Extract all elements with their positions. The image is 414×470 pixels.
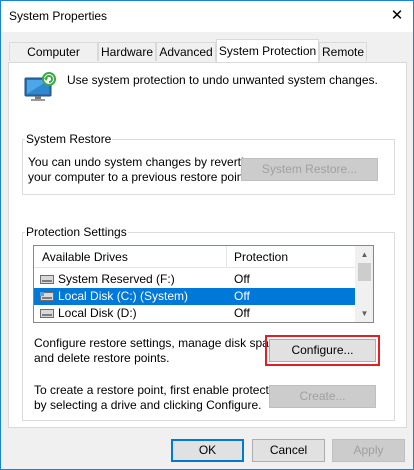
close-button[interactable]: ✕ [381,1,413,32]
drive-protection: Off [234,272,250,286]
create-description-2: by selecting a drive and clicking Config… [34,398,262,412]
scroll-thumb[interactable] [358,263,371,281]
close-icon: ✕ [390,7,404,24]
system-restore-description-2: your computer to a previous restore poin… [28,170,251,184]
tab-computer-name[interactable]: Computer Name [9,42,98,77]
column-separator[interactable] [226,246,227,267]
system-restore-label: System Restore [25,132,113,146]
intro-text: Use system protection to undo unwanted s… [67,73,378,87]
drives-scrollbar[interactable]: ▲ ▼ [355,246,373,322]
system-protection-icon [24,72,56,101]
drive-name: Local Disk (C:) (System) [58,289,189,303]
apply-button[interactable]: Apply [332,439,405,462]
drive-name: System Reserved (F:) [58,272,175,286]
system-properties-window: System Properties ✕ Computer Name Hardwa… [0,0,414,470]
system-restore-button[interactable]: System Restore... [241,158,378,181]
drive-row-selected[interactable]: Local Disk (C:) (System) Off [34,288,356,305]
column-available-drives[interactable]: Available Drives [42,250,128,264]
title-bar[interactable]: System Properties ✕ [1,1,413,32]
ok-button[interactable]: OK [171,439,244,462]
system-restore-description-1: You can undo system changes by reverting [28,155,258,169]
column-protection[interactable]: Protection [234,250,288,264]
drive-icon [40,309,54,318]
cancel-button[interactable]: Cancel [252,439,325,462]
configure-description-2: and delete restore points. [34,351,170,365]
tab-strip: Computer Name Hardware Advanced System P… [9,39,407,77]
drive-icon [40,275,54,284]
tab-advanced[interactable]: Advanced [156,42,216,61]
system-drive-icon [40,292,54,301]
drive-name: Local Disk (D:) [58,306,137,320]
protection-settings-label: Protection Settings [25,225,128,239]
scroll-up-icon[interactable]: ▲ [356,246,373,263]
scroll-down-icon[interactable]: ▼ [356,305,373,322]
create-button[interactable]: Create... [269,385,376,408]
drive-protection: Off [234,289,250,303]
window-title: System Properties [9,9,108,23]
drive-row[interactable]: Local Disk (D:) Off [34,305,356,322]
drive-row[interactable]: System Reserved (F:) Off [34,271,356,288]
tab-remote[interactable]: Remote [319,42,367,61]
tab-system-protection[interactable]: System Protection [216,39,319,62]
drive-protection: Off [234,306,250,320]
tab-hardware[interactable]: Hardware [98,42,156,61]
configure-button[interactable]: Configure... [269,339,376,362]
drives-list[interactable]: Available Drives Protection System Reser… [33,245,374,323]
create-description-1: To create a restore point, first enable … [34,383,285,397]
drives-header: Available Drives Protection [34,246,356,268]
configure-description-1: Configure restore settings, manage disk … [34,336,285,350]
